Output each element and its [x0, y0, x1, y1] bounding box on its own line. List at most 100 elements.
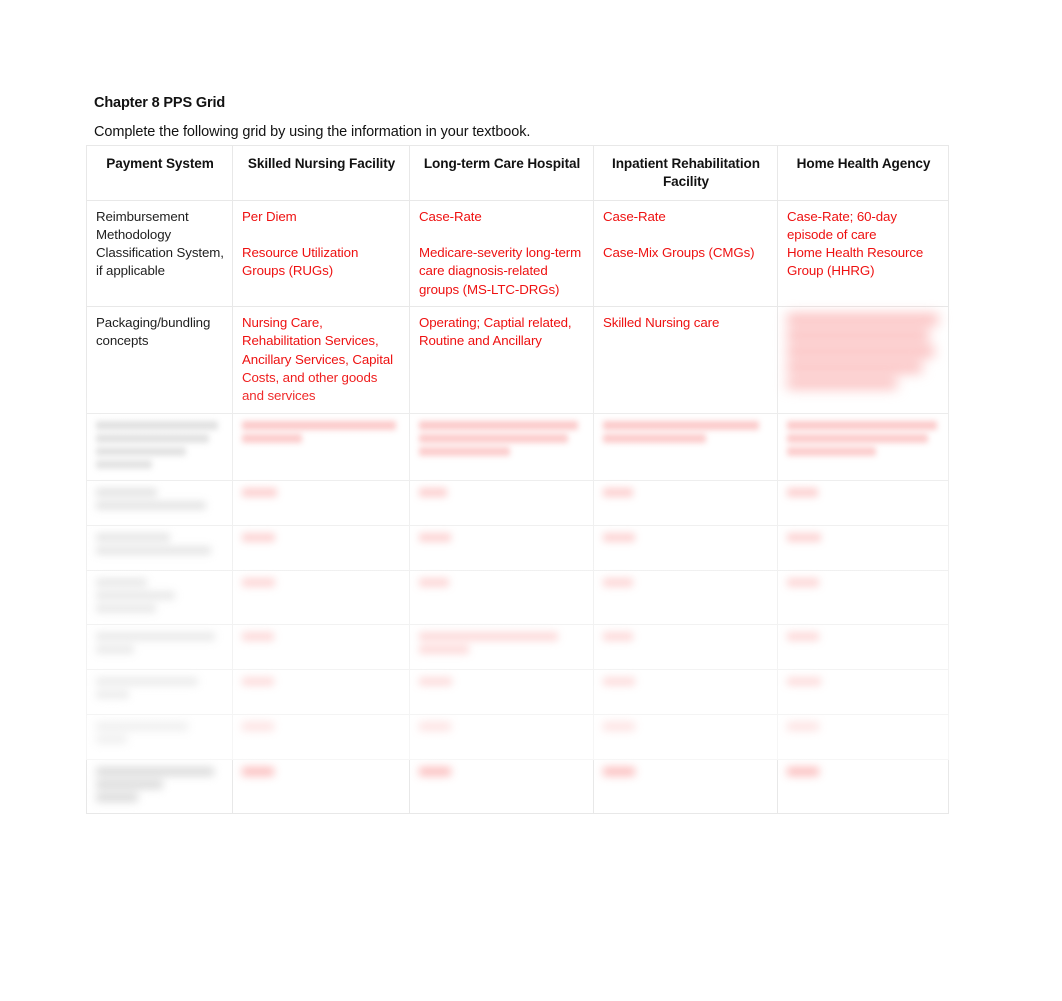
answer-line: Skilled Nursing care	[603, 315, 720, 331]
cell-redacted[interactable]	[232, 758, 410, 814]
cell-redacted[interactable]	[777, 412, 949, 481]
cell-redacted[interactable]	[593, 623, 778, 670]
redacted-content	[96, 766, 224, 802]
answer-line: Resource Utilization Groups (RUGs)	[242, 245, 359, 279]
pps-grid-table: Payment System Skilled Nursing Facility …	[86, 145, 949, 814]
row-label-packaging-bundling: Packaging/bundling concepts	[86, 306, 233, 414]
answer-line: Case-Mix Groups (CMGs)	[603, 245, 755, 261]
table-row	[86, 569, 949, 625]
instruction-text: Complete the following grid by using the…	[94, 124, 531, 140]
answer-spacer	[419, 226, 585, 244]
redacted-content	[242, 577, 401, 587]
cell-redacted[interactable]	[232, 623, 410, 670]
table-row: Packaging/bundling concepts Nursing Care…	[86, 306, 949, 414]
cell-redacted[interactable]	[777, 623, 949, 670]
answer-line: Per Diem	[242, 208, 297, 224]
table-header-row: Payment System Skilled Nursing Facility …	[86, 145, 949, 201]
cell-redacted[interactable]	[409, 713, 594, 760]
redacted-content	[603, 487, 769, 497]
cell-redacted[interactable]	[409, 668, 594, 715]
redacted-content	[787, 577, 940, 587]
cell-redacted[interactable]	[409, 623, 594, 670]
redacted-content	[603, 420, 769, 443]
redacted-content	[96, 420, 224, 469]
table-row	[86, 713, 949, 760]
cell-redacted[interactable]	[232, 479, 410, 526]
redacted-content	[96, 487, 224, 510]
redacted-content	[242, 487, 401, 497]
redacted-content	[242, 631, 401, 641]
redacted-content	[419, 532, 585, 542]
column-header-inpatient-rehabilitation-facility: Inpatient Rehabilitation Facility	[593, 145, 778, 201]
table-row	[86, 412, 949, 481]
cell-redacted[interactable]	[232, 713, 410, 760]
cell-hha-reimbursement[interactable]: Case-Rate; 60-day episode of care Home H…	[777, 199, 949, 308]
row-label-redacted	[86, 713, 233, 760]
table-row	[86, 524, 949, 571]
answer-line: Operating; Captial related, Routine and …	[419, 315, 572, 349]
cell-redacted[interactable]	[409, 412, 594, 481]
column-header-long-term-care-hospital: Long-term Care Hospital	[409, 145, 594, 201]
cell-redacted[interactable]	[593, 569, 778, 625]
redacted-content	[603, 532, 769, 542]
cell-redacted[interactable]	[232, 668, 410, 715]
cell-redacted[interactable]	[593, 412, 778, 481]
pps-grid-container: Payment System Skilled Nursing Facility …	[86, 145, 949, 814]
redacted-content	[96, 577, 224, 613]
redacted-content	[96, 631, 224, 654]
answer-line: Case-Rate	[419, 208, 482, 224]
redacted-content	[242, 721, 401, 731]
cell-redacted[interactable]	[409, 569, 594, 625]
redacted-content	[787, 532, 940, 542]
cell-irf-reimbursement[interactable]: Case-Rate Case-Mix Groups (CMGs)	[593, 199, 778, 308]
cell-redacted[interactable]	[593, 668, 778, 715]
cell-ltch-reimbursement[interactable]: Case-Rate Medicare-severity long-term ca…	[409, 199, 594, 308]
redacted-content	[787, 487, 940, 497]
row-label-redacted	[86, 623, 233, 670]
row-label-redacted	[86, 479, 233, 526]
cell-redacted[interactable]	[593, 479, 778, 526]
cell-snf-packaging[interactable]: Nursing Care, Rehabilitation Services, A…	[232, 306, 410, 414]
cell-redacted[interactable]	[777, 569, 949, 625]
cell-redacted[interactable]	[777, 524, 949, 571]
row-label-redacted	[86, 524, 233, 571]
cell-redacted[interactable]	[409, 758, 594, 814]
redacted-content	[787, 314, 940, 390]
cell-irf-packaging[interactable]: Skilled Nursing care	[593, 306, 778, 414]
cell-snf-reimbursement[interactable]: Per Diem Resource Utilization Groups (RU…	[232, 199, 410, 308]
cell-redacted[interactable]	[232, 569, 410, 625]
cell-redacted[interactable]	[777, 668, 949, 715]
cell-redacted[interactable]	[593, 758, 778, 814]
answer-spacer	[242, 226, 401, 244]
redacted-content	[787, 420, 940, 456]
row-label-redacted	[86, 412, 233, 481]
redacted-content	[96, 676, 224, 699]
cell-redacted[interactable]	[593, 713, 778, 760]
redacted-content	[419, 676, 585, 686]
cell-hha-packaging-illegible[interactable]	[777, 306, 949, 414]
cell-redacted[interactable]	[593, 524, 778, 571]
redacted-content	[787, 766, 940, 776]
answer-line: Nursing Care, Rehabilitation Services, A…	[242, 315, 394, 404]
redacted-content	[419, 487, 585, 497]
answer-spacer	[603, 226, 769, 244]
cell-redacted[interactable]	[232, 412, 410, 481]
cell-redacted[interactable]	[409, 479, 594, 526]
redacted-content	[603, 721, 769, 731]
cell-redacted[interactable]	[777, 758, 949, 814]
redacted-content	[419, 766, 585, 776]
cell-redacted[interactable]	[409, 524, 594, 571]
answer-line: Home Health Resource Group (HHRG)	[787, 245, 924, 279]
redacted-content	[419, 721, 585, 731]
redacted-content	[787, 676, 940, 686]
cell-ltch-packaging[interactable]: Operating; Captial related, Routine and …	[409, 306, 594, 414]
redacted-content	[603, 766, 769, 776]
cell-redacted[interactable]	[777, 479, 949, 526]
redacted-content	[787, 721, 940, 731]
cell-redacted[interactable]	[232, 524, 410, 571]
cell-redacted[interactable]	[777, 713, 949, 760]
document-page: Chapter 8 PPS Grid Complete the followin…	[0, 0, 1062, 1001]
table-row	[86, 479, 949, 526]
row-label-reimbursement-methodology: Reimbursement Methodology Classification…	[86, 199, 233, 308]
redacted-content	[603, 577, 769, 587]
